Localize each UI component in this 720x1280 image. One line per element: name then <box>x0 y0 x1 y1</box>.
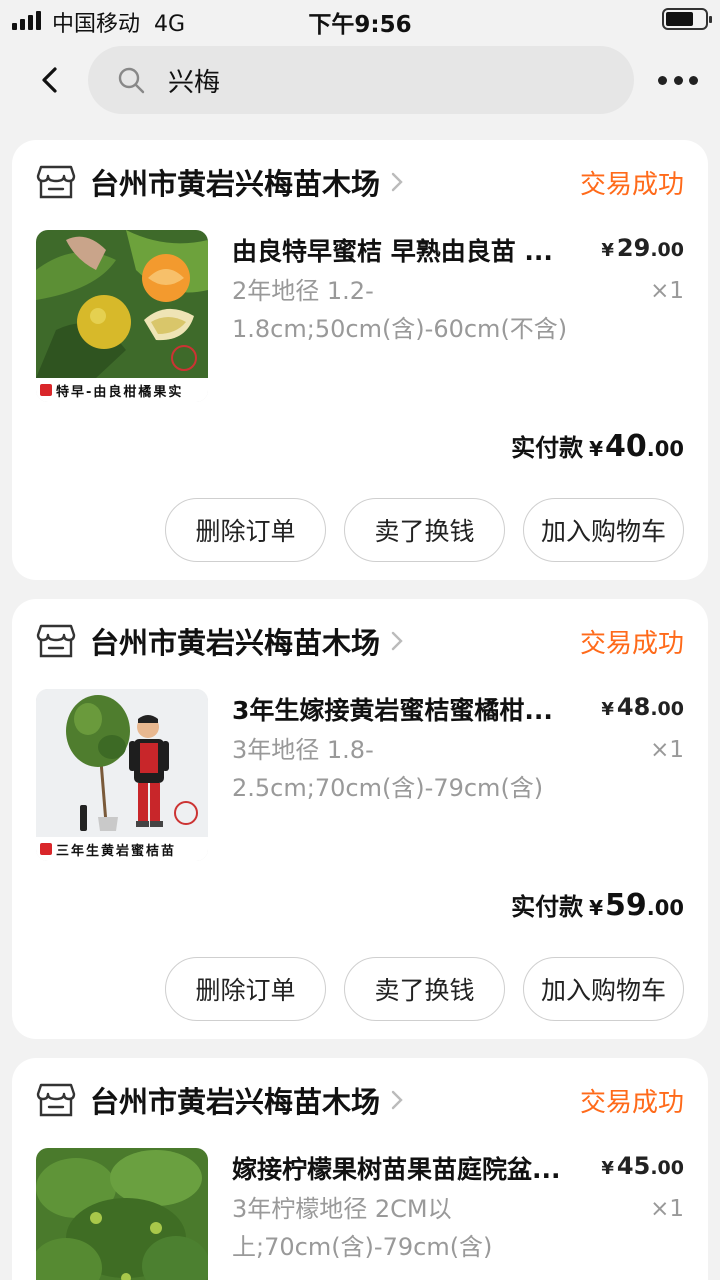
price-currency: ¥ <box>601 240 614 261</box>
product-quantity: ×1 <box>650 737 684 763</box>
clock: 下午9:56 <box>308 12 412 38</box>
product-title[interactable]: 3年生嫁接黄岩蜜桔蜜橘柑... <box>232 691 582 727</box>
paid-label: 实付款 <box>511 434 584 462</box>
paid-integer: 40 <box>605 429 647 464</box>
back-button[interactable] <box>30 60 70 100</box>
order-actions: 删除订单 卖了换钱 加入购物车 <box>165 498 684 562</box>
price-decimal: .00 <box>650 1157 684 1179</box>
more-dot-icon <box>673 75 683 85</box>
tree-child-photo <box>36 689 208 837</box>
image-caption: 特早-由良柑橘果实 <box>36 378 208 402</box>
chevron-right-icon <box>391 1090 403 1110</box>
brand-badge-icon <box>40 843 52 855</box>
shop-name: 台州市黄岩兴梅苗木场 <box>90 1085 381 1119</box>
product-price: ¥45.00 <box>601 1152 684 1180</box>
product-sku: 3年地径 1.8-2.5cm;70cm(含)-79cm(含) <box>232 736 544 802</box>
shop-link[interactable]: 台州市黄岩兴梅苗木场 <box>36 158 404 206</box>
order-status: 交易成功 <box>579 1088 684 1118</box>
shop-link[interactable]: 台州市黄岩兴梅苗木场 <box>36 617 404 665</box>
product-price: ¥29.00 <box>601 234 684 262</box>
status-bar: 中国移动 4G 下午9:56 <box>0 0 720 40</box>
delete-order-button[interactable]: 删除订单 <box>165 498 326 562</box>
order-status: 交易成功 <box>579 629 684 659</box>
shop-link[interactable]: 台州市黄岩兴梅苗木场 <box>36 1076 404 1124</box>
product-image[interactable]: 特早-由良柑橘果实 <box>36 230 208 402</box>
more-options-button[interactable] <box>658 68 698 92</box>
resell-button[interactable]: 卖了换钱 <box>344 498 505 562</box>
product-image[interactable]: 三年生黄岩蜜桔苗 <box>36 689 208 861</box>
product-price: ¥48.00 <box>601 693 684 721</box>
paid-amount: 实付款 ¥ 59 .00 <box>511 887 684 923</box>
image-caption: 三年生黄岩蜜桔苗 <box>36 837 208 861</box>
order-card: 台州市黄岩兴梅苗木场 交易成功 三年生黄岩蜜桔苗 3年生嫁接黄岩蜜桔蜜橘柑...… <box>12 599 708 1039</box>
shop-icon <box>36 624 76 658</box>
order-actions: 删除订单 卖了换钱 加入购物车 <box>165 957 684 1021</box>
order-card: 台州市黄岩兴梅苗木场 交易成功 特早-由良柑橘果实 由良特早蜜桔 早熟由良苗 .… <box>12 140 708 580</box>
caption-text: 三年生黄岩蜜桔苗 <box>56 843 177 859</box>
product-image[interactable] <box>36 1148 208 1280</box>
price-decimal: .00 <box>650 239 684 261</box>
product-quantity: ×1 <box>650 278 684 304</box>
shop-name: 台州市黄岩兴梅苗木场 <box>90 167 381 201</box>
price-integer: 29 <box>616 234 651 262</box>
paid-amount: 实付款 ¥ 40 .00 <box>511 428 684 464</box>
delete-order-button[interactable]: 删除订单 <box>165 957 326 1021</box>
more-dot-icon <box>689 75 698 85</box>
more-dot-icon <box>658 75 667 85</box>
product-title[interactable]: 嫁接柠檬果树苗果苗庭院盆... <box>232 1150 582 1186</box>
product-sku: 2年地径 1.2-1.8cm;50cm(含)-60cm(不含) <box>232 277 568 343</box>
product-sku: 3年柠檬地径 2CM以上;70cm(含)-79cm(含) <box>232 1195 493 1261</box>
battery-icon <box>662 8 712 30</box>
search-query: 兴梅 <box>168 67 221 98</box>
paid-decimal: .00 <box>646 437 684 461</box>
add-to-cart-button[interactable]: 加入购物车 <box>523 498 684 562</box>
search-icon <box>118 67 145 94</box>
add-to-cart-button[interactable]: 加入购物车 <box>523 957 684 1021</box>
paid-label: 实付款 <box>511 893 584 921</box>
lemon-tree-photo <box>36 1148 208 1280</box>
order-card: 台州市黄岩兴梅苗木场 交易成功 嫁接柠檬果树苗果苗庭院盆... ¥45.00 ×… <box>12 1058 708 1280</box>
shop-icon <box>36 165 76 199</box>
price-currency: ¥ <box>601 1158 614 1179</box>
product-title[interactable]: 由良特早蜜桔 早熟由良苗 ... <box>232 232 582 268</box>
caption-text: 特早-由良柑橘果实 <box>56 384 184 400</box>
tangerine-photo <box>36 230 208 378</box>
paid-integer: 59 <box>605 888 647 923</box>
paid-currency: ¥ <box>589 437 604 461</box>
price-decimal: .00 <box>650 698 684 720</box>
shop-name: 台州市黄岩兴梅苗木场 <box>90 626 381 660</box>
search-input[interactable]: 兴梅 <box>88 46 634 114</box>
order-status: 交易成功 <box>579 170 684 200</box>
resell-button[interactable]: 卖了换钱 <box>344 957 505 1021</box>
paid-decimal: .00 <box>646 896 684 920</box>
price-integer: 48 <box>616 693 651 721</box>
price-integer: 45 <box>616 1152 651 1180</box>
chevron-right-icon <box>391 172 403 192</box>
chevron-right-icon <box>391 631 403 651</box>
paid-currency: ¥ <box>589 896 604 920</box>
back-arrow-icon <box>42 67 57 93</box>
product-quantity: ×1 <box>650 1196 684 1222</box>
brand-badge-icon <box>40 384 52 396</box>
shop-icon <box>36 1083 76 1117</box>
price-currency: ¥ <box>601 699 614 720</box>
